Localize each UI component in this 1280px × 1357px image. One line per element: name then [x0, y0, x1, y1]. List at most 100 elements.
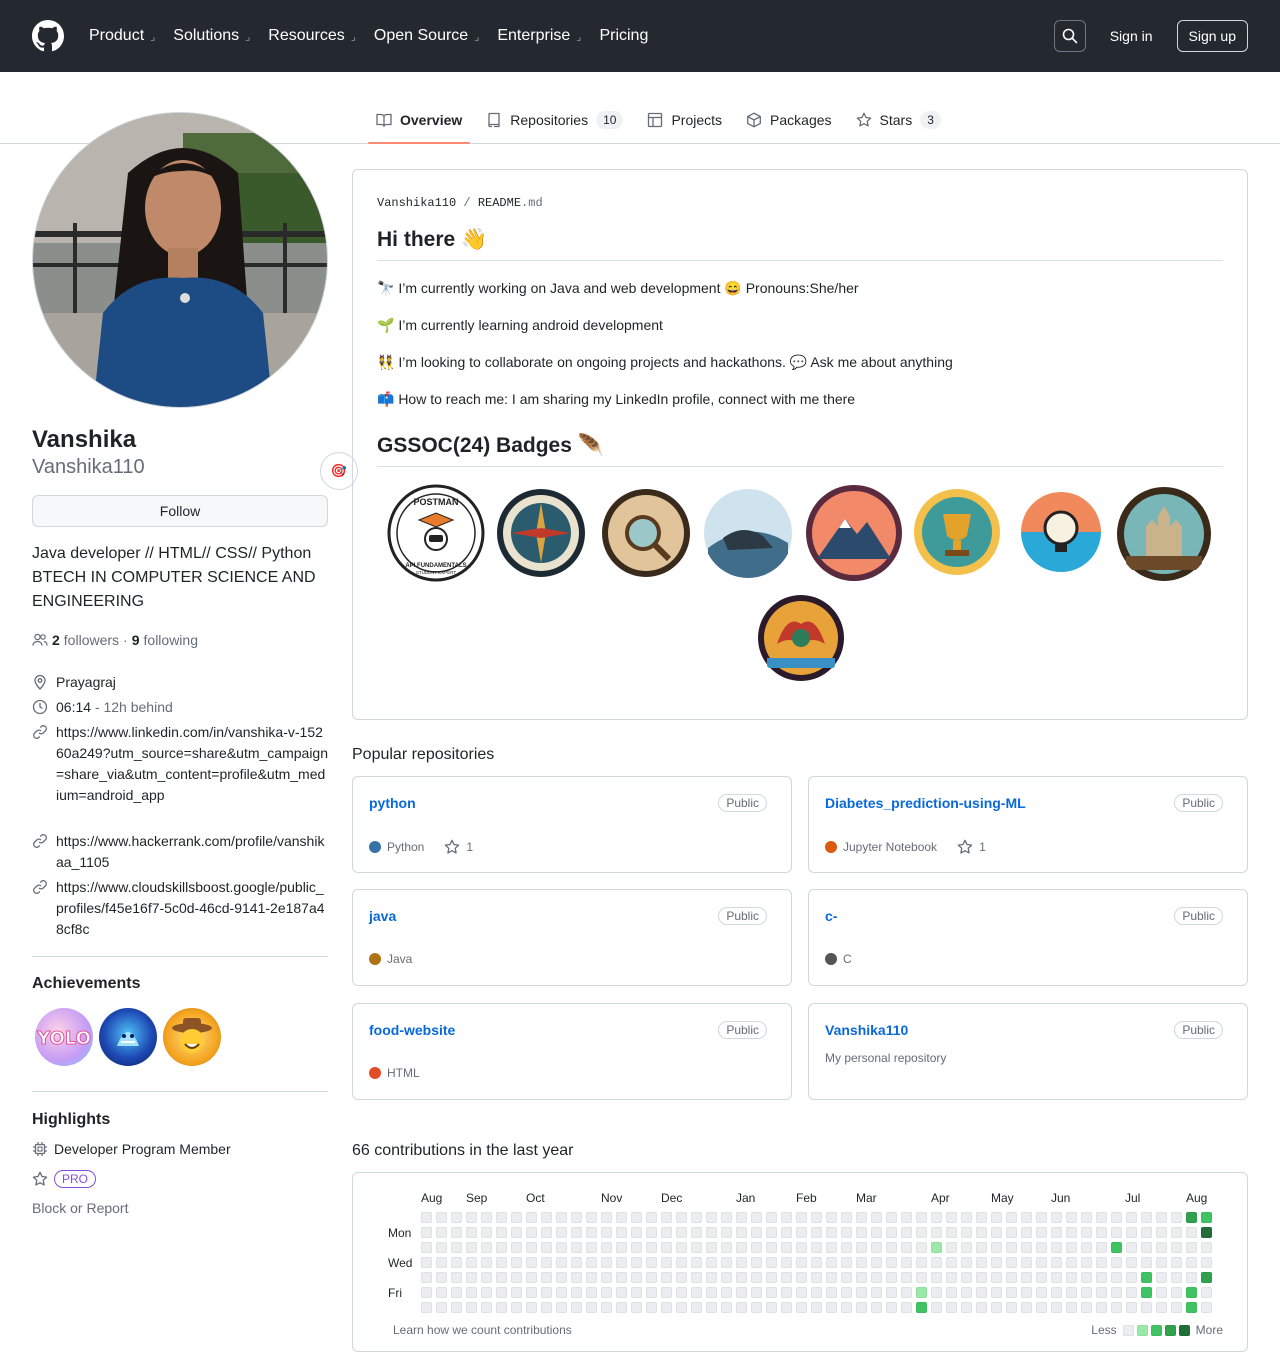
contribution-cell[interactable] — [811, 1212, 822, 1223]
contribution-cell[interactable] — [661, 1227, 672, 1238]
contribution-cell[interactable] — [601, 1242, 612, 1253]
contribution-cell[interactable] — [541, 1272, 552, 1283]
search-button[interactable] — [1053, 20, 1086, 52]
contribution-cell[interactable] — [1096, 1242, 1107, 1253]
followers-count[interactable]: 2 — [52, 632, 60, 648]
contribution-cell[interactable] — [451, 1227, 462, 1238]
contribution-cell[interactable] — [496, 1272, 507, 1283]
contribution-cell[interactable] — [1201, 1227, 1212, 1238]
contribution-cell[interactable] — [661, 1272, 672, 1283]
contribution-cell[interactable] — [1156, 1227, 1167, 1238]
contribution-cell[interactable] — [886, 1242, 897, 1253]
contribution-cell[interactable] — [826, 1302, 837, 1313]
contribution-cell[interactable] — [676, 1287, 687, 1298]
repo-link[interactable]: Diabetes_prediction-using-ML — [825, 795, 1026, 811]
contribution-cell[interactable] — [496, 1302, 507, 1313]
contribution-cell[interactable] — [481, 1272, 492, 1283]
contribution-cell[interactable] — [586, 1302, 597, 1313]
contribution-cell[interactable] — [436, 1212, 447, 1223]
contribution-cell[interactable] — [736, 1287, 747, 1298]
contribution-cell[interactable] — [526, 1227, 537, 1238]
contribution-cell[interactable] — [691, 1302, 702, 1313]
contribution-cell[interactable] — [721, 1257, 732, 1268]
contribution-cell[interactable] — [916, 1242, 927, 1253]
contribution-cell[interactable] — [1081, 1242, 1092, 1253]
github-logo-icon[interactable] — [32, 20, 64, 52]
contribution-cell[interactable] — [1051, 1257, 1062, 1268]
contribution-cell[interactable] — [856, 1242, 867, 1253]
contribution-cell[interactable] — [856, 1212, 867, 1223]
contribution-cell[interactable] — [541, 1227, 552, 1238]
contribution-cell[interactable] — [571, 1302, 582, 1313]
contribution-cell[interactable] — [1186, 1287, 1197, 1298]
contribution-cell[interactable] — [751, 1287, 762, 1298]
contribution-cell[interactable] — [751, 1272, 762, 1283]
contribution-cell[interactable] — [976, 1242, 987, 1253]
repo-link[interactable]: food-website — [369, 1022, 455, 1038]
contribution-cell[interactable] — [541, 1302, 552, 1313]
contribution-cell[interactable] — [1066, 1257, 1077, 1268]
contribution-cell[interactable] — [871, 1287, 882, 1298]
contribution-cell[interactable] — [1111, 1212, 1122, 1223]
contribution-cell[interactable] — [421, 1242, 432, 1253]
contribution-cell[interactable] — [841, 1302, 852, 1313]
contribution-cell[interactable] — [601, 1287, 612, 1298]
contribution-cell[interactable] — [1096, 1272, 1107, 1283]
contribution-cell[interactable] — [736, 1227, 747, 1238]
contribution-cell[interactable] — [781, 1242, 792, 1253]
contribution-cell[interactable] — [436, 1302, 447, 1313]
contribution-cell[interactable] — [1051, 1287, 1062, 1298]
contribution-cell[interactable] — [1186, 1227, 1197, 1238]
contribution-cell[interactable] — [961, 1257, 972, 1268]
contribution-cell[interactable] — [721, 1287, 732, 1298]
contribution-cell[interactable] — [526, 1242, 537, 1253]
contribution-cell[interactable] — [751, 1227, 762, 1238]
contribution-cell[interactable] — [511, 1302, 522, 1313]
contribution-cell[interactable] — [811, 1302, 822, 1313]
contribution-cell[interactable] — [451, 1242, 462, 1253]
contribution-cell[interactable] — [661, 1257, 672, 1268]
contribution-cell[interactable] — [481, 1212, 492, 1223]
contribution-cell[interactable] — [1186, 1272, 1197, 1283]
contribution-cell[interactable] — [481, 1242, 492, 1253]
contribution-cell[interactable] — [1156, 1257, 1167, 1268]
contribution-cell[interactable] — [991, 1227, 1002, 1238]
contribution-cell[interactable] — [871, 1227, 882, 1238]
contribution-cell[interactable] — [826, 1212, 837, 1223]
contribution-cell[interactable] — [601, 1227, 612, 1238]
contribution-cell[interactable] — [751, 1302, 762, 1313]
contribution-cell[interactable] — [766, 1257, 777, 1268]
contribution-cell[interactable] — [961, 1272, 972, 1283]
contribution-cell[interactable] — [1156, 1272, 1167, 1283]
contribution-cell[interactable] — [811, 1227, 822, 1238]
contribution-cell[interactable] — [436, 1287, 447, 1298]
contribution-cell[interactable] — [946, 1242, 957, 1253]
nav-enterprise[interactable]: Enterprise ⌟ — [488, 27, 590, 45]
contribution-cell[interactable] — [586, 1287, 597, 1298]
contribution-cell[interactable] — [661, 1287, 672, 1298]
contribution-cell[interactable] — [751, 1212, 762, 1223]
contribution-cell[interactable] — [556, 1212, 567, 1223]
contribution-cell[interactable] — [436, 1272, 447, 1283]
contribution-cell[interactable] — [1186, 1242, 1197, 1253]
contribution-cell[interactable] — [961, 1287, 972, 1298]
contribution-cell[interactable] — [976, 1257, 987, 1268]
contribution-cell[interactable] — [856, 1227, 867, 1238]
contribution-cell[interactable] — [631, 1242, 642, 1253]
contribution-cell[interactable] — [781, 1272, 792, 1283]
contribution-cell[interactable] — [511, 1242, 522, 1253]
contribution-cell[interactable] — [706, 1227, 717, 1238]
gssoc-mountain-badge[interactable] — [805, 484, 903, 582]
contribution-cell[interactable] — [1021, 1302, 1032, 1313]
nav-product[interactable]: Product ⌟ — [80, 27, 164, 45]
contribution-cell[interactable] — [1171, 1302, 1182, 1313]
contribution-cell[interactable] — [826, 1242, 837, 1253]
contribution-cell[interactable] — [421, 1302, 432, 1313]
contribution-cell[interactable] — [1066, 1227, 1077, 1238]
contribution-cell[interactable] — [466, 1287, 477, 1298]
contribution-cell[interactable] — [661, 1242, 672, 1253]
contribution-cell[interactable] — [1141, 1302, 1152, 1313]
gssoc-magnifier-badge[interactable] — [601, 488, 691, 578]
contribution-cell[interactable] — [616, 1287, 627, 1298]
contribution-cell[interactable] — [991, 1287, 1002, 1298]
